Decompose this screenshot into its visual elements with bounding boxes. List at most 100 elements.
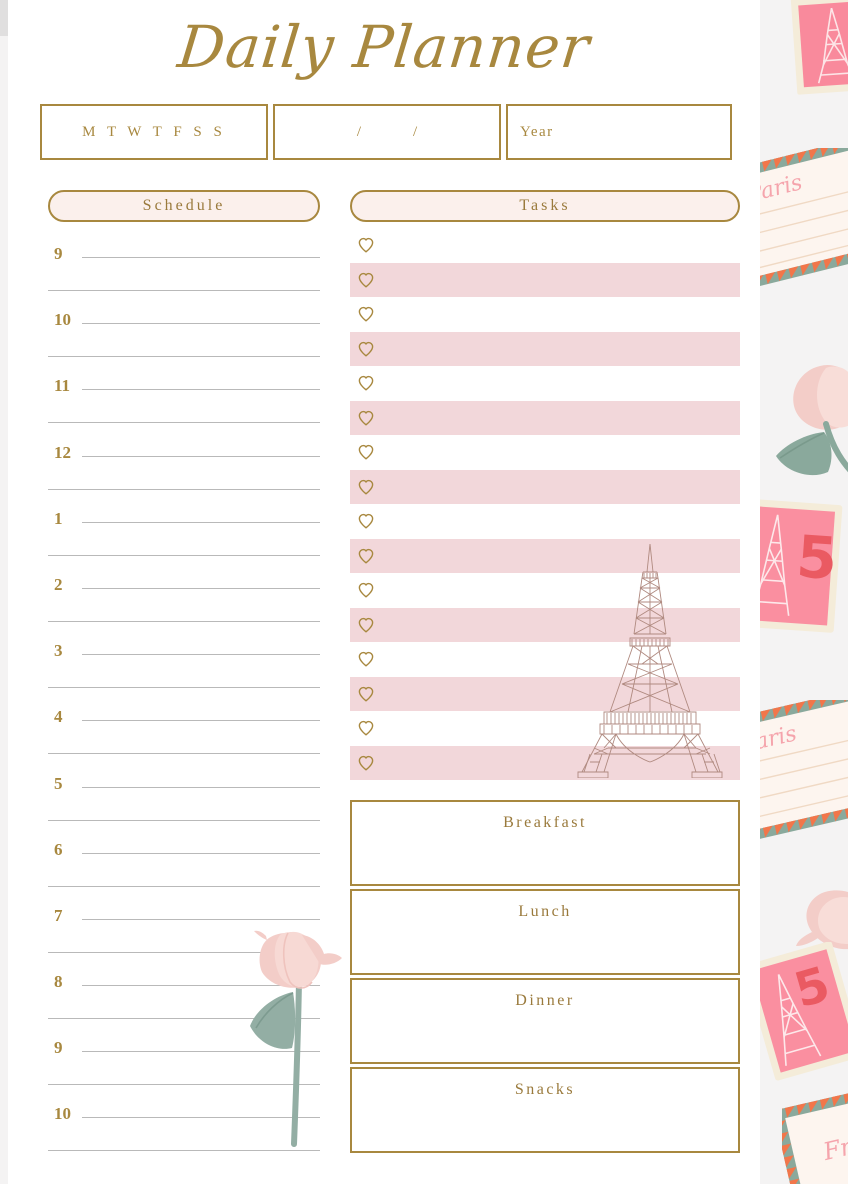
schedule-hour-row[interactable]: 7 (48, 896, 320, 962)
schedule-hour-line (82, 720, 320, 722)
meal-box-breakfast[interactable]: Breakfast (350, 800, 740, 886)
heart-outline-icon[interactable] (357, 719, 375, 737)
schedule-halfhour-line (48, 422, 320, 424)
header-fields: M T W T F S S / / Year (40, 104, 732, 160)
task-row[interactable] (350, 469, 740, 504)
meal-label: Dinner (515, 992, 575, 1009)
schedule-hour-row[interactable]: 5 (48, 764, 320, 830)
task-row[interactable] (350, 297, 740, 332)
schedule-halfhour-line (48, 1018, 320, 1020)
schedule-hour-label: 1 (54, 508, 63, 528)
schedule-hour-line (82, 257, 320, 258)
task-row[interactable] (350, 228, 740, 263)
task-row[interactable] (350, 435, 740, 470)
schedule-hour-label: 8 (54, 972, 63, 992)
schedule-hour-label: 4 (54, 707, 63, 727)
schedule-hour-row[interactable]: 1 (48, 499, 320, 565)
svg-text:5: 5 (794, 522, 839, 593)
schedule-hour-row[interactable]: 8 (48, 962, 320, 1028)
schedule-hour-row[interactable]: 4 (48, 697, 320, 763)
heart-outline-icon[interactable] (357, 443, 375, 461)
schedule-halfhour-line (48, 290, 320, 291)
schedule-hour-row[interactable]: 3 (48, 631, 320, 697)
schedule-halfhour-line (48, 687, 320, 689)
date-slash-2: / (413, 123, 418, 140)
heart-outline-icon[interactable] (357, 754, 375, 772)
task-row[interactable] (350, 642, 740, 677)
weekday-selector-box[interactable]: M T W T F S S (40, 104, 268, 160)
task-row[interactable] (350, 538, 740, 573)
heart-outline-icon[interactable] (357, 374, 375, 392)
left-edge-strip (0, 0, 8, 36)
task-row[interactable] (350, 400, 740, 435)
meal-label: Lunch (518, 903, 572, 920)
task-row[interactable] (350, 573, 740, 608)
schedule-hour-line (82, 323, 320, 325)
schedule-halfhour-line (48, 1150, 320, 1152)
schedule-hour-line (82, 587, 320, 589)
meal-box-snacks[interactable]: Snacks (350, 1067, 740, 1153)
meal-box-lunch[interactable]: Lunch (350, 889, 740, 975)
schedule-hour-row[interactable]: 10 (48, 300, 320, 366)
task-row[interactable] (350, 711, 740, 746)
decorative-sidebar: Paris 5 Paris 5 Fro (760, 0, 848, 1184)
heart-outline-icon[interactable] (357, 236, 375, 254)
schedule-halfhour-line (48, 554, 320, 556)
page-title: Daily Planner (174, 13, 594, 81)
schedule-hour-label: 7 (54, 905, 63, 925)
task-row[interactable] (350, 366, 740, 401)
heart-outline-icon[interactable] (357, 340, 375, 358)
schedule-hour-row[interactable]: 9 (48, 234, 320, 300)
schedule-hour-label: 9 (54, 1038, 63, 1058)
heart-outline-icon[interactable] (357, 409, 375, 427)
schedule-hour-label: 3 (54, 641, 63, 661)
schedule-hour-label: 12 (54, 442, 71, 462)
date-field-box[interactable]: / / (273, 104, 501, 160)
meal-box-dinner[interactable]: Dinner (350, 978, 740, 1064)
task-row[interactable] (350, 745, 740, 780)
heart-outline-icon[interactable] (357, 478, 375, 496)
tasks-header-label: Tasks (519, 197, 571, 214)
schedule-halfhour-line (48, 620, 320, 622)
schedule-hour-label: 10 (54, 1104, 71, 1124)
schedule-halfhour-line (48, 488, 320, 490)
envelope-paris-upper: Paris (760, 140, 848, 303)
heart-outline-icon[interactable] (357, 581, 375, 599)
schedule-halfhour-line (48, 753, 320, 755)
schedule-hour-row[interactable]: 2 (48, 565, 320, 631)
schedule-halfhour-line (48, 819, 320, 821)
schedule-hour-row[interactable]: 12 (48, 433, 320, 499)
schedule-halfhour-line (48, 1084, 320, 1086)
heart-outline-icon[interactable] (357, 512, 375, 530)
heart-outline-icon[interactable] (357, 685, 375, 703)
task-row[interactable] (350, 504, 740, 539)
schedule-hour-row[interactable]: 6 (48, 830, 320, 896)
schedule-hour-row[interactable]: 9 (48, 1028, 320, 1094)
schedule-hour-line (82, 1051, 320, 1053)
schedule-hour-row[interactable]: 11 (48, 366, 320, 432)
task-row[interactable] (350, 676, 740, 711)
schedule-hour-label: 5 (54, 773, 63, 793)
task-row[interactable] (350, 331, 740, 366)
schedule-hour-line (82, 852, 320, 854)
stamp-five-bottom: 5 (760, 941, 848, 1087)
heart-outline-icon[interactable] (357, 616, 375, 634)
schedule-hour-line (82, 389, 320, 391)
meal-label: Breakfast (503, 814, 587, 831)
heart-outline-icon[interactable] (357, 271, 375, 289)
year-label: Year (520, 123, 554, 140)
schedule-hour-row[interactable]: 10 (48, 1094, 320, 1160)
schedule-hour-label: 9 (54, 244, 63, 263)
schedule-hour-label: 10 (54, 310, 71, 330)
schedule-hour-line (82, 985, 320, 987)
task-row[interactable] (350, 262, 740, 297)
heart-outline-icon[interactable] (357, 547, 375, 565)
year-field-box[interactable]: Year (506, 104, 732, 160)
schedule-hour-line (82, 521, 320, 523)
task-row[interactable] (350, 607, 740, 642)
schedule-halfhour-line (48, 885, 320, 887)
stamp-five-middle: 5 (760, 498, 848, 643)
heart-outline-icon[interactable] (357, 305, 375, 323)
heart-outline-icon[interactable] (357, 650, 375, 668)
date-slash-1: / (356, 123, 361, 140)
